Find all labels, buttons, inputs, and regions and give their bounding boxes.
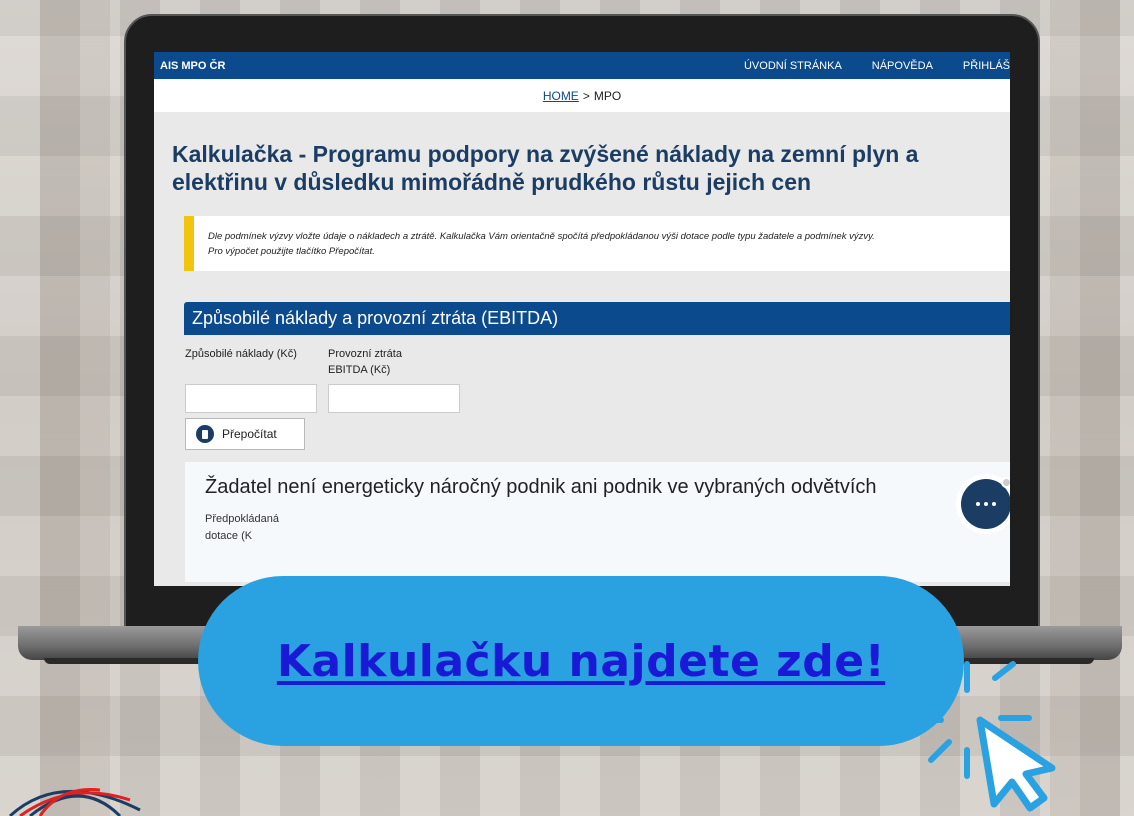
breadcrumb-home-link[interactable]: HOME: [543, 89, 579, 103]
top-nav: ÚVODNÍ STRÁNKA NÁPOVĚDA PŘIHLÁŠ: [744, 60, 1010, 72]
nav-login[interactable]: PŘIHLÁŠ: [963, 60, 1010, 72]
top-navbar: AIS MPO ČR ÚVODNÍ STRÁNKA NÁPOVĚDA PŘIHL…: [154, 52, 1010, 79]
loss-input[interactable]: [328, 384, 460, 413]
notice-text-hint: Pro výpočet použijte tlačítko Přepočítat…: [208, 246, 375, 257]
brand-logo-text[interactable]: AIS MPO ČR: [160, 60, 744, 72]
notice-text: Dle podmínek výzvy vložte údaje o náklad…: [208, 231, 875, 242]
breadcrumb-separator: >: [582, 88, 590, 103]
chat-status-dot: [1001, 477, 1010, 488]
background-column: [1050, 0, 1120, 816]
costs-label: Způsobilé náklady (Kč): [185, 348, 297, 360]
section-header: Způsobilé náklady a provozní ztráta (EBI…: [184, 302, 1010, 335]
result-card-title: Žadatel není energeticky náročný podnik …: [205, 476, 877, 498]
breadcrumb: HOME > MPO: [154, 79, 1010, 112]
cta-banner[interactable]: Kalkulačku najdete zde!: [198, 576, 964, 746]
mpo-logo-icon: [8, 788, 141, 816]
cta-link[interactable]: Kalkulačku najdete zde!: [277, 636, 885, 687]
recalculate-label: Přepočítat: [222, 427, 277, 441]
loss-label: Provozní ztráta EBITDA (Kč): [328, 348, 402, 376]
loss-field-group: Provozní ztráta EBITDA (Kč): [328, 346, 460, 413]
nav-help[interactable]: NÁPOVĚDA: [872, 60, 933, 72]
breadcrumb-current: MPO: [593, 88, 622, 103]
instructions-notice: Dle podmínek výzvy vložte údaje o náklad…: [184, 216, 1010, 271]
result-card: Žadatel není energeticky náročný podnik …: [185, 462, 1010, 582]
costs-input[interactable]: [185, 384, 317, 413]
costs-field-group: Způsobilé náklady (Kč): [185, 346, 317, 413]
mouse-pointer-icon: [976, 716, 1056, 812]
nav-home[interactable]: ÚVODNÍ STRÁNKA: [744, 60, 842, 72]
background-column: [40, 0, 110, 816]
recalculate-button[interactable]: Přepočítat: [185, 418, 305, 450]
calculator-icon: [196, 425, 214, 443]
input-fields: Způsobilé náklady (Kč) Provozní ztráta E…: [185, 346, 1010, 413]
page-title: Kalkulačka - Programu podpory na zvýšené…: [172, 141, 919, 195]
laptop-screen: AIS MPO ČR ÚVODNÍ STRÁNKA NÁPOVĚDA PŘIHL…: [154, 52, 1010, 586]
subsidy-label: Předpokládaná dotace (K: [205, 513, 280, 542]
